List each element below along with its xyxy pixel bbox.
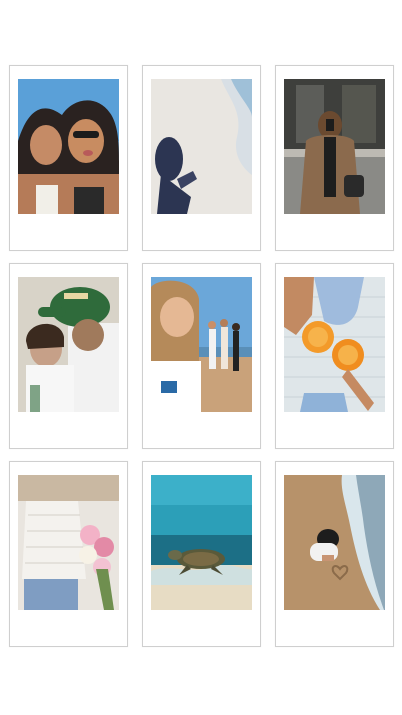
polaroid-frame-2[interactable] — [142, 65, 261, 251]
polaroid-frame-5[interactable] — [142, 263, 261, 449]
child-writing-heart-sand-photo — [284, 475, 385, 610]
polaroid-frame-8[interactable] — [142, 461, 261, 647]
polaroid-frame-9[interactable] — [275, 461, 394, 647]
polaroid-frame-6[interactable] — [275, 263, 394, 449]
shadow-on-beach-photo — [151, 79, 252, 214]
orange-drinks-cheers-photo — [284, 277, 385, 412]
couple-green-cap-photo — [18, 277, 119, 412]
woman-phone-selfie-street-photo — [284, 79, 385, 214]
two-friends-sunglasses-photo — [18, 79, 119, 214]
polaroid-frame-4[interactable] — [9, 263, 128, 449]
polaroid-frame-3[interactable] — [275, 65, 394, 251]
polaroid-grid — [9, 65, 394, 647]
polaroid-frame-7[interactable] — [9, 461, 128, 647]
sea-turtle-underwater-photo — [151, 475, 252, 610]
flowers-white-top-photo — [18, 475, 119, 610]
girl-beach-friends-photo — [151, 277, 252, 412]
polaroid-frame-1[interactable] — [9, 65, 128, 251]
